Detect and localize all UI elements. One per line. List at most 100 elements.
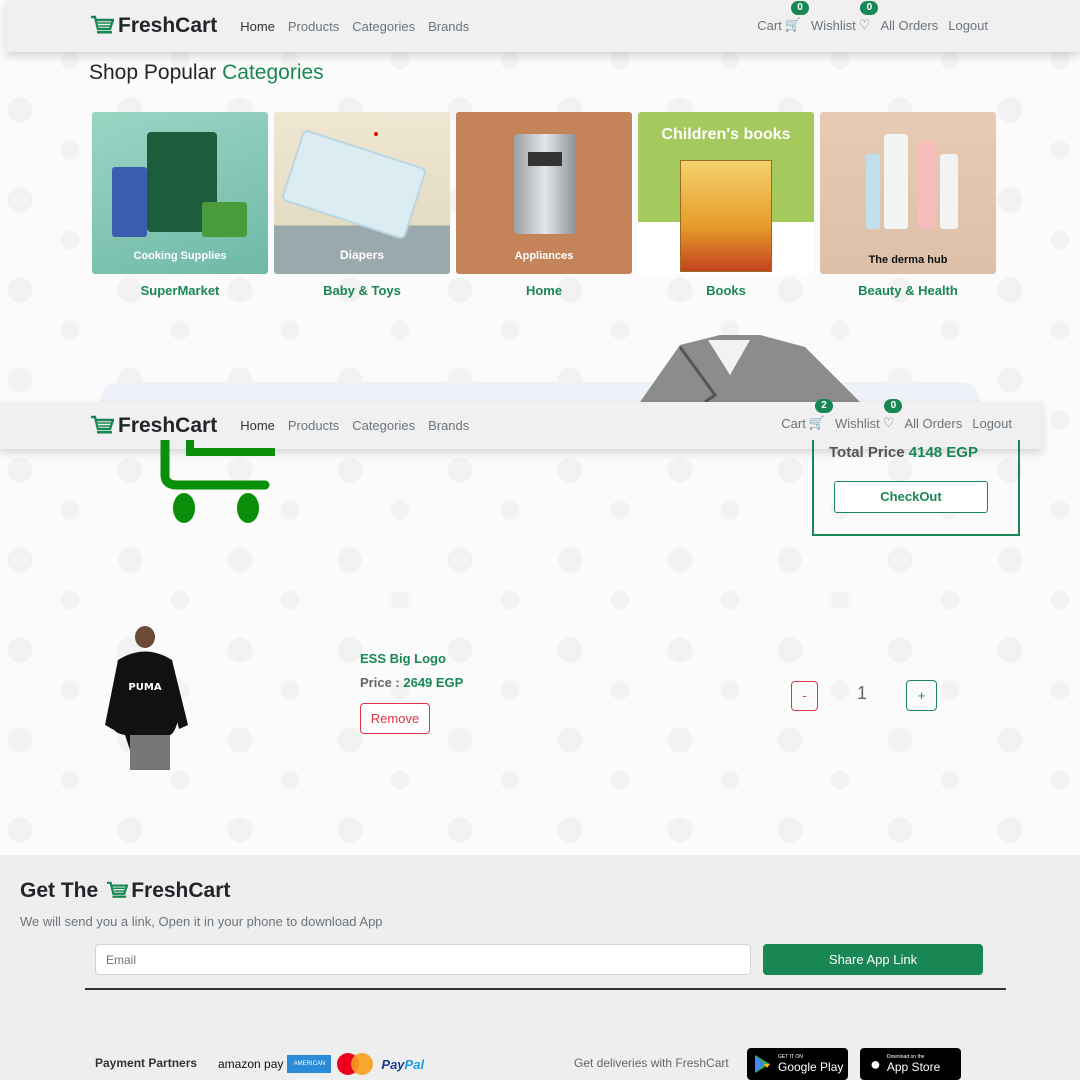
email-field[interactable] (95, 944, 751, 975)
quantity-value: 1 (857, 683, 868, 703)
cart-illustration-icon (160, 440, 275, 523)
increase-quantity-button[interactable]: + (906, 680, 937, 711)
american-express-logo: AMERICAN EXPRESS (287, 1055, 332, 1080)
nav-logout-label: Logout (972, 415, 1012, 431)
nav-cart-label: Cart (757, 17, 782, 33)
jacket-image (640, 335, 860, 402)
nav-home[interactable]: Home (240, 19, 275, 34)
app-store-big-text: App Store (886, 1060, 941, 1074)
nav-products[interactable]: Products (288, 418, 339, 433)
shirt-logo-text: PUMA (128, 682, 161, 693)
brand-name: FreshCart (118, 413, 218, 437)
nav-cart[interactable]: Cart 🛒 2 (781, 399, 833, 431)
heart-icon: ♡ (882, 415, 895, 430)
footer-brand: FreshCart (131, 879, 231, 902)
category-caption: Appliances (514, 250, 574, 262)
product-price: Price : 2649 EGP (360, 675, 463, 690)
product-image: PUMA (105, 626, 188, 770)
brand-logo[interactable]: FreshCart (90, 14, 217, 38)
google-play-big-text: Google Play (778, 1060, 844, 1074)
total-price: Total Price 4148 EGP (829, 444, 978, 461)
nav-links: Home Products Categories Brands (240, 19, 482, 34)
paypal-logo: PayPal (381, 1056, 425, 1072)
price-value: 2649 EGP (403, 675, 464, 690)
category-card-books[interactable]: Children's books Books (638, 112, 814, 298)
total-price-label: Total Price (829, 444, 905, 461)
wishlist-count-badge: 0 (860, 1, 879, 15)
footer-divider (85, 988, 1006, 990)
nav-home[interactable]: Home (240, 418, 275, 433)
total-price-value: 4148 EGP (908, 444, 978, 461)
category-card-supermarket[interactable]: Cooking Supplies SuperMarket (92, 112, 268, 298)
category-card-home[interactable]: Appliances Home (456, 112, 632, 298)
payment-logos: amazon pay AMERICAN EXPRESS PayPal (218, 1053, 425, 1080)
nav-wishlist[interactable]: Wishlist ♡ 0 (835, 399, 903, 431)
category-caption: Cooking Supplies (133, 250, 227, 262)
nav-brands[interactable]: Brands (428, 19, 469, 34)
checkout-button[interactable]: CheckOut (834, 481, 988, 513)
nav-wishlist[interactable]: Wishlist ♡ 0 (811, 1, 879, 33)
nav-categories[interactable]: Categories (352, 19, 415, 34)
category-name: Books (706, 283, 746, 298)
brand-logo[interactable]: FreshCart (90, 414, 217, 438)
decrease-quantity-button[interactable]: - (791, 681, 818, 711)
footer-subtitle: We will send you a link, Open it in your… (20, 914, 383, 929)
nav-all-orders[interactable]: All Orders (904, 416, 962, 431)
mastercard-logo (337, 1053, 374, 1075)
category-card-baby-toys[interactable]: Diapers Baby & Toys (274, 112, 450, 298)
nav-cart[interactable]: Cart 🛒 0 (757, 1, 809, 33)
category-caption: Diapers (339, 248, 385, 262)
remove-button[interactable]: Remove (360, 703, 430, 734)
cart-summary-box: Total Price 4148 EGP CheckOut (812, 440, 1020, 536)
cart-logo-icon (91, 15, 114, 34)
deliveries-label: Get deliveries with FreshCart (574, 1056, 729, 1070)
nav-brands[interactable]: Brands (428, 418, 469, 433)
share-app-link-button[interactable]: Share App Link (763, 944, 983, 975)
nav-orders-label: All Orders (904, 415, 963, 431)
nav-cart-label: Cart (781, 415, 806, 431)
nav-all-orders[interactable]: All Orders (880, 18, 938, 33)
nav-right: Cart 🛒 2 Wishlist ♡ 0 All Orders Logout (781, 399, 1012, 431)
google-play-button[interactable]: GET IT ON Google Play (747, 1048, 848, 1080)
nav-categories[interactable]: Categories (352, 418, 415, 433)
nav-logout[interactable]: Logout (948, 18, 988, 33)
top-navbar: FreshCart Home Products Categories Brand… (6, 0, 1080, 52)
footer-title-prefix: Get The (20, 879, 99, 902)
nav-orders-label: All Orders (880, 17, 939, 33)
nav-logout-label: Logout (948, 17, 988, 33)
category-image: Diapers (274, 112, 450, 274)
nav-links: Home Products Categories Brands (240, 418, 482, 433)
shopping-cart-icon: 🛒 (808, 415, 825, 430)
nav-logout[interactable]: Logout (972, 416, 1012, 431)
nav-right: Cart 🛒 0 Wishlist ♡ 0 All Orders Logout (757, 1, 988, 33)
category-name: Beauty & Health (858, 283, 958, 298)
category-slider: Cooking Supplies SuperMarket Diapers Bab… (92, 112, 1002, 298)
shopping-cart-icon: 🛒 (784, 17, 801, 32)
amazon-pay-logo: amazon pay (218, 1057, 284, 1071)
categories-heading: Shop Popular Categories (89, 61, 324, 85)
category-image: Appliances (456, 112, 632, 274)
nav-products[interactable]: Products (288, 19, 339, 34)
heading-accent: Categories (222, 61, 324, 84)
wishlist-count-badge: 0 (884, 399, 903, 413)
footer-title: Get The FreshCart (20, 879, 230, 903)
footer: Get The FreshCart We will send you a lin… (0, 855, 1080, 1080)
product-title: ESS Big Logo (360, 651, 446, 666)
apple-icon: ● (870, 1053, 881, 1074)
category-image: Cooking Supplies (92, 112, 268, 274)
nav-wishlist-label: Wishlist (811, 17, 856, 33)
book-banner-text: Children's books (661, 126, 791, 143)
cart-count-badge: 0 (791, 1, 809, 15)
category-card-beauty-health[interactable]: The derma hub Beauty & Health (820, 112, 996, 298)
brand-name: FreshCart (118, 14, 218, 37)
payment-partners-label: Payment Partners (95, 1056, 198, 1070)
nav-wishlist-label: Wishlist (835, 415, 880, 431)
category-name: SuperMarket (140, 283, 220, 298)
google-play-icon (755, 1055, 770, 1073)
category-image: Children's books (638, 112, 814, 274)
heading-plain: Shop Popular (89, 61, 223, 84)
category-name: Baby & Toys (323, 283, 401, 298)
app-store-button[interactable]: ● Download on the App Store (860, 1048, 961, 1080)
category-name: Home (525, 283, 563, 298)
cart-logo-icon (107, 881, 129, 898)
